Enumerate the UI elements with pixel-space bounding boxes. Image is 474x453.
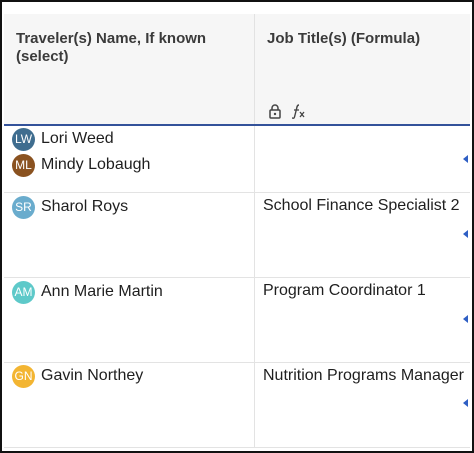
avatar: ML: [12, 153, 35, 177]
column-header-row: Traveler(s) Name, If known (select) Job …: [4, 14, 470, 126]
job-title-text: Program Coordinator 1: [263, 282, 426, 299]
column-header-job-title[interactable]: Job Title(s) (Formula): [255, 14, 470, 124]
traveler-name: Mindy Lobaugh: [41, 156, 151, 173]
traveler-chip: ML Mindy Lobaugh: [12, 153, 150, 177]
job-title-text: School Finance Specialist 2: [263, 197, 460, 214]
table-row[interactable]: LW Lori Weed ML Mindy Lobaugh: [4, 126, 470, 193]
table-row[interactable]: SR Sharol Roys School Finance Specialist…: [4, 193, 470, 278]
traveler-name-cell[interactable]: LW Lori Weed ML Mindy Lobaugh: [4, 126, 255, 192]
traveler-name: Gavin Northey: [41, 367, 144, 384]
table-row[interactable]: AM Ann Marie Martin Program Coordinator …: [4, 278, 470, 363]
column-header-label: Traveler(s) Name, If known (select): [16, 30, 207, 65]
lock-icon: [267, 103, 283, 119]
job-title-cell[interactable]: Program Coordinator 1: [255, 278, 470, 362]
column-header-label: Job Title(s) (Formula): [267, 30, 421, 47]
traveler-name: Lori Weed: [41, 130, 114, 147]
traveler-chip: LW Lori Weed: [12, 127, 114, 151]
traveler-name: Sharol Roys: [41, 198, 129, 215]
job-title-cell[interactable]: [255, 126, 470, 192]
row-marker-icon: [463, 315, 468, 323]
avatar: SR: [12, 195, 35, 219]
avatar: AM: [12, 280, 35, 304]
row-marker-icon: [463, 399, 468, 407]
traveler-chip: SR Sharol Roys: [12, 195, 128, 219]
column-header-traveler-name[interactable]: Traveler(s) Name, If known (select): [4, 14, 255, 124]
avatar: GN: [12, 364, 35, 388]
row-marker-icon: [463, 155, 468, 163]
job-title-text: Nutrition Programs Manager: [263, 367, 464, 384]
column-header-icons: [267, 103, 306, 119]
traveler-name-cell[interactable]: SR Sharol Roys: [4, 193, 255, 277]
traveler-name: Ann Marie Martin: [41, 283, 163, 300]
sheet-frame: Traveler(s) Name, If known (select) Job …: [0, 0, 474, 453]
table-row[interactable]: GN Gavin Northey Nutrition Programs Mana…: [4, 363, 470, 448]
traveler-chip: GN Gavin Northey: [12, 364, 143, 388]
traveler-chip: AM Ann Marie Martin: [12, 280, 163, 304]
top-strip: [4, 4, 470, 14]
row-marker-icon: [463, 230, 468, 238]
avatar: LW: [12, 127, 35, 151]
formula-icon: [290, 103, 306, 119]
job-title-cell[interactable]: Nutrition Programs Manager: [255, 363, 470, 447]
job-title-cell[interactable]: School Finance Specialist 2: [255, 193, 470, 277]
traveler-name-cell[interactable]: GN Gavin Northey: [4, 363, 255, 447]
traveler-name-cell[interactable]: AM Ann Marie Martin: [4, 278, 255, 362]
